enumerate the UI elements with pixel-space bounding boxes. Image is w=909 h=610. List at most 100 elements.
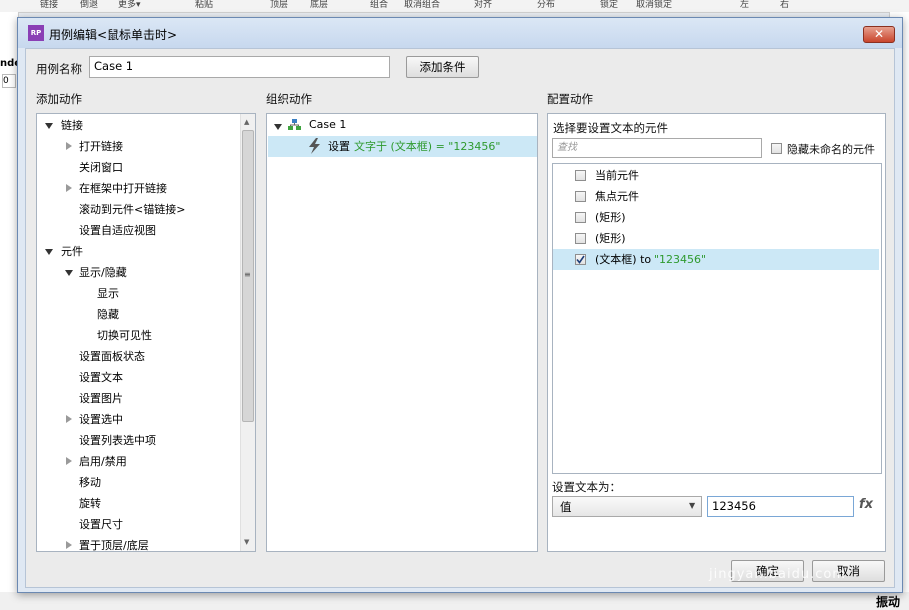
widget-checkbox[interactable] xyxy=(575,254,586,265)
dialog-content: 用例名称 Case 1 添加条件 添加动作 组织动作 配置动作 链接 打开链接 关闭… xyxy=(25,48,895,588)
action-tree-item[interactable]: 在框架中打开链接 xyxy=(79,178,167,199)
widget-list-row[interactable]: 焦点元件 xyxy=(553,186,879,207)
action-tree-item[interactable]: 设置选中 xyxy=(79,409,123,430)
case-name-input[interactable]: Case 1 xyxy=(89,56,390,78)
toolbar-item[interactable]: 粘贴 xyxy=(195,0,213,10)
widget-checkbox[interactable] xyxy=(575,191,586,202)
dialog-title: 用例编辑<鼠标单击时> xyxy=(49,28,178,42)
tree-scrollbar[interactable]: ▲ ≡ ▼ xyxy=(240,114,255,551)
app-left-field[interactable]: 0 xyxy=(2,74,16,88)
toolbar-item[interactable]: 取消锁定 xyxy=(636,0,672,10)
value-type-text: 值 xyxy=(560,500,572,514)
expand-closed-icon[interactable] xyxy=(66,457,72,465)
toolbar-item[interactable]: 左 xyxy=(740,0,749,10)
watermark: jingyan.baidu.com xyxy=(709,567,846,582)
expand-open-icon[interactable] xyxy=(65,270,73,276)
lightning-icon xyxy=(309,138,320,154)
widget-checkbox[interactable] xyxy=(575,212,586,223)
configure-actions-header: 配置动作 xyxy=(547,92,593,106)
app-toolbar: 链接 倒退 更多▾ 粘贴 顶层 底层 组合 取消组合 对齐 分布 锁定 取消锁定… xyxy=(0,0,909,13)
configure-actions-panel: 选择要设置文本的元件 查找 隐藏未命名的元件 当前元件焦点元件 (矩形) (矩形) (… xyxy=(547,113,886,552)
action-tree-item[interactable]: 启用/禁用 xyxy=(79,451,127,472)
dropdown-arrow-icon: ▼ xyxy=(689,501,696,510)
widget-label: 当前元件 xyxy=(595,169,639,182)
app-logo-icon: RP xyxy=(28,25,44,41)
expand-open-icon[interactable] xyxy=(274,124,282,130)
expand-closed-icon[interactable] xyxy=(66,184,72,192)
widget-label: (矩形) xyxy=(595,211,626,224)
action-tree-item[interactable]: 显示 xyxy=(97,283,119,304)
widget-list: 当前元件焦点元件 (矩形) (矩形) (文本框) to "123456" xyxy=(552,163,882,474)
widget-checkbox[interactable] xyxy=(575,170,586,181)
expand-closed-icon[interactable] xyxy=(66,541,72,549)
action-detail: 文字于 (文本框) = "123456" xyxy=(354,140,501,153)
toolbar-item[interactable]: 组合 xyxy=(370,0,388,10)
search-input[interactable]: 查找 xyxy=(552,138,762,158)
app-bottom-bar: 振动 xyxy=(0,592,909,610)
toolbar-item[interactable]: 底层 xyxy=(310,0,328,10)
widget-list-row[interactable]: 当前元件 xyxy=(553,165,879,186)
toolbar-item[interactable]: 更多▾ xyxy=(118,0,141,10)
action-tree-item[interactable]: 元件 xyxy=(61,241,83,262)
value-type-select[interactable]: 值 ▼ xyxy=(552,496,702,517)
organize-actions-header: 组织动作 xyxy=(266,92,312,106)
toolbar-item[interactable]: 分布 xyxy=(537,0,555,10)
widget-list-row[interactable]: (矩形) xyxy=(553,207,879,228)
action-tree-item[interactable]: 打开链接 xyxy=(79,136,123,157)
close-button[interactable]: ✕ xyxy=(863,26,895,43)
case-editor-dialog: RP 用例编辑<鼠标单击时> ✕ 用例名称 Case 1 添加条件 添加动作 组… xyxy=(17,17,903,593)
add-condition-button[interactable]: 添加条件 xyxy=(406,56,479,78)
action-tree-item[interactable]: 链接 xyxy=(61,115,83,136)
action-tree-item[interactable]: 设置自适应视图 xyxy=(79,220,156,241)
case-item[interactable]: Case 1 xyxy=(309,114,346,135)
toolbar-item[interactable]: 对齐 xyxy=(474,0,492,10)
action-tree-item[interactable]: 设置尺寸 xyxy=(79,514,123,535)
choose-widget-label: 选择要设置文本的元件 xyxy=(553,121,668,135)
toolbar-item[interactable]: 取消组合 xyxy=(404,0,440,10)
action-tree-item[interactable]: 移动 xyxy=(79,472,101,493)
action-prefix: 设置 xyxy=(328,140,350,153)
expand-open-icon[interactable] xyxy=(45,123,53,129)
widget-list-row[interactable]: (矩形) xyxy=(553,228,879,249)
toolbar-item[interactable]: 链接 xyxy=(40,0,58,10)
action-tree-item[interactable]: 旋转 xyxy=(79,493,101,514)
widget-label: (矩形) xyxy=(595,232,626,245)
action-tree-item[interactable]: 设置文本 xyxy=(79,367,123,388)
hide-unnamed-label: 隐藏未命名的元件 xyxy=(787,143,875,156)
scroll-down-arrow-icon[interactable]: ▼ xyxy=(244,538,249,546)
toolbar-item[interactable]: 锁定 xyxy=(600,0,618,10)
dialog-titlebar[interactable]: RP 用例编辑<鼠标单击时> ✕ xyxy=(18,18,902,48)
toolbar-item[interactable]: 倒退 xyxy=(80,0,98,10)
toolbar-item[interactable]: 右 xyxy=(780,0,789,10)
action-tree-item[interactable]: 关闭窗口 xyxy=(79,157,123,178)
checkmark-icon xyxy=(576,255,585,264)
case-name-label: 用例名称 xyxy=(36,62,82,76)
widget-checkbox[interactable] xyxy=(575,233,586,244)
action-tree-item[interactable]: 设置图片 xyxy=(79,388,123,409)
scroll-grip-icon: ≡ xyxy=(244,270,251,279)
fx-button[interactable]: fx xyxy=(859,497,873,512)
action-tree-item[interactable]: 设置列表选中项 xyxy=(79,430,156,451)
case-icon xyxy=(288,119,301,130)
widget-list-row[interactable]: (文本框) to "123456" xyxy=(553,249,879,270)
scroll-up-arrow-icon[interactable]: ▲ xyxy=(244,118,249,126)
add-actions-header: 添加动作 xyxy=(36,92,82,106)
action-tree-item[interactable]: 滚动到元件<锚链接> xyxy=(79,199,185,220)
toolbar-item[interactable]: 顶层 xyxy=(270,0,288,10)
expand-closed-icon[interactable] xyxy=(66,142,72,150)
text-value-input[interactable]: 123456 xyxy=(707,496,854,517)
hide-unnamed-checkbox[interactable] xyxy=(771,143,782,154)
widget-label: 焦点元件 xyxy=(595,190,639,203)
action-row[interactable]: 设置 文字于 (文本框) = "123456" xyxy=(268,136,537,157)
expand-closed-icon[interactable] xyxy=(66,415,72,423)
widget-label: (文本框) to xyxy=(595,253,652,266)
action-tree-item[interactable]: 隐藏 xyxy=(97,304,119,325)
action-tree-item[interactable]: 显示/隐藏 xyxy=(79,262,127,283)
expand-open-icon[interactable] xyxy=(45,249,53,255)
set-text-label: 设置文本为： xyxy=(552,480,621,494)
widget-detail: "123456" xyxy=(654,253,707,266)
action-tree-item[interactable]: 设置面板状态 xyxy=(79,346,145,367)
app-bottom-text: 振动 xyxy=(876,595,901,609)
action-tree-item[interactable]: 切换可见性 xyxy=(97,325,152,346)
action-tree-item[interactable]: 置于顶层/底层 xyxy=(79,535,149,551)
